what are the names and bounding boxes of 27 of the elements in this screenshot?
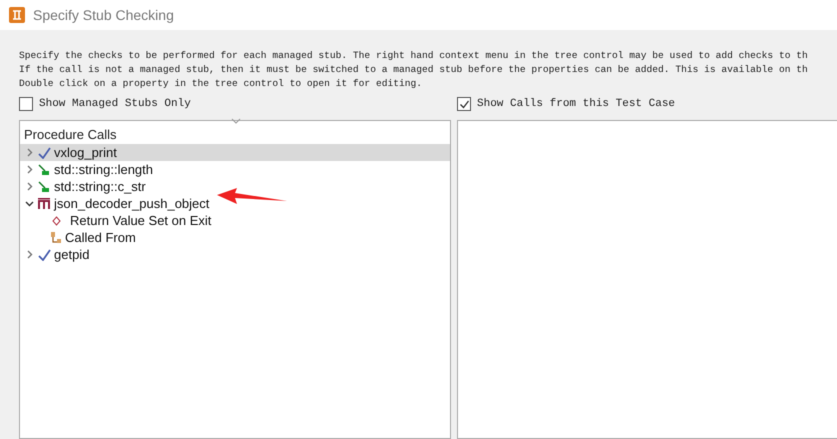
- tree-item[interactable]: std::string::c_str: [20, 178, 450, 195]
- stub-icon: [38, 180, 50, 192]
- diamond-icon: [52, 216, 60, 226]
- m-block-icon: [38, 198, 50, 210]
- column-header[interactable]: Procedure Calls: [20, 125, 450, 144]
- app-icon: [9, 7, 25, 23]
- instruction-text: Specify the checks to be performed for each managed stub. The right hand context menu in the tree control may be used to add checks to th: [19, 49, 808, 63]
- stub-icon: [38, 164, 50, 176]
- window-title: Specify Stub Checking: [33, 6, 174, 25]
- checkmark-icon: [38, 248, 50, 260]
- expand-caret-icon[interactable]: [24, 250, 34, 259]
- tree-item[interactable]: std::string::length: [20, 161, 450, 178]
- checkbox[interactable]: [19, 97, 33, 111]
- checkbox[interactable]: [457, 97, 471, 111]
- instruction-text: If the call is not a managed stub, then it must be switched to a managed stub before the properties can be added. This is available on th: [19, 63, 808, 77]
- tree-item[interactable]: Called From: [20, 229, 450, 246]
- call-tree-icon: [50, 231, 62, 244]
- tree-item[interactable]: json_decoder_push_object: [20, 195, 450, 212]
- sort-caret-icon[interactable]: [231, 118, 241, 124]
- collapse-caret-icon[interactable]: [24, 199, 34, 208]
- instruction-text: Double click on a property in the tree control to open it for editing.: [19, 77, 422, 91]
- checkbox-label[interactable]: Show Calls from this Test Case: [477, 96, 676, 112]
- tree-item[interactable]: Return Value Set on Exit: [20, 212, 450, 229]
- checkmark-icon: [38, 146, 50, 158]
- checkbox-label[interactable]: Show Managed Stubs Only: [39, 96, 191, 112]
- tree-item[interactable]: getpid: [20, 246, 450, 263]
- tree-item[interactable]: vxlog_print: [20, 144, 450, 161]
